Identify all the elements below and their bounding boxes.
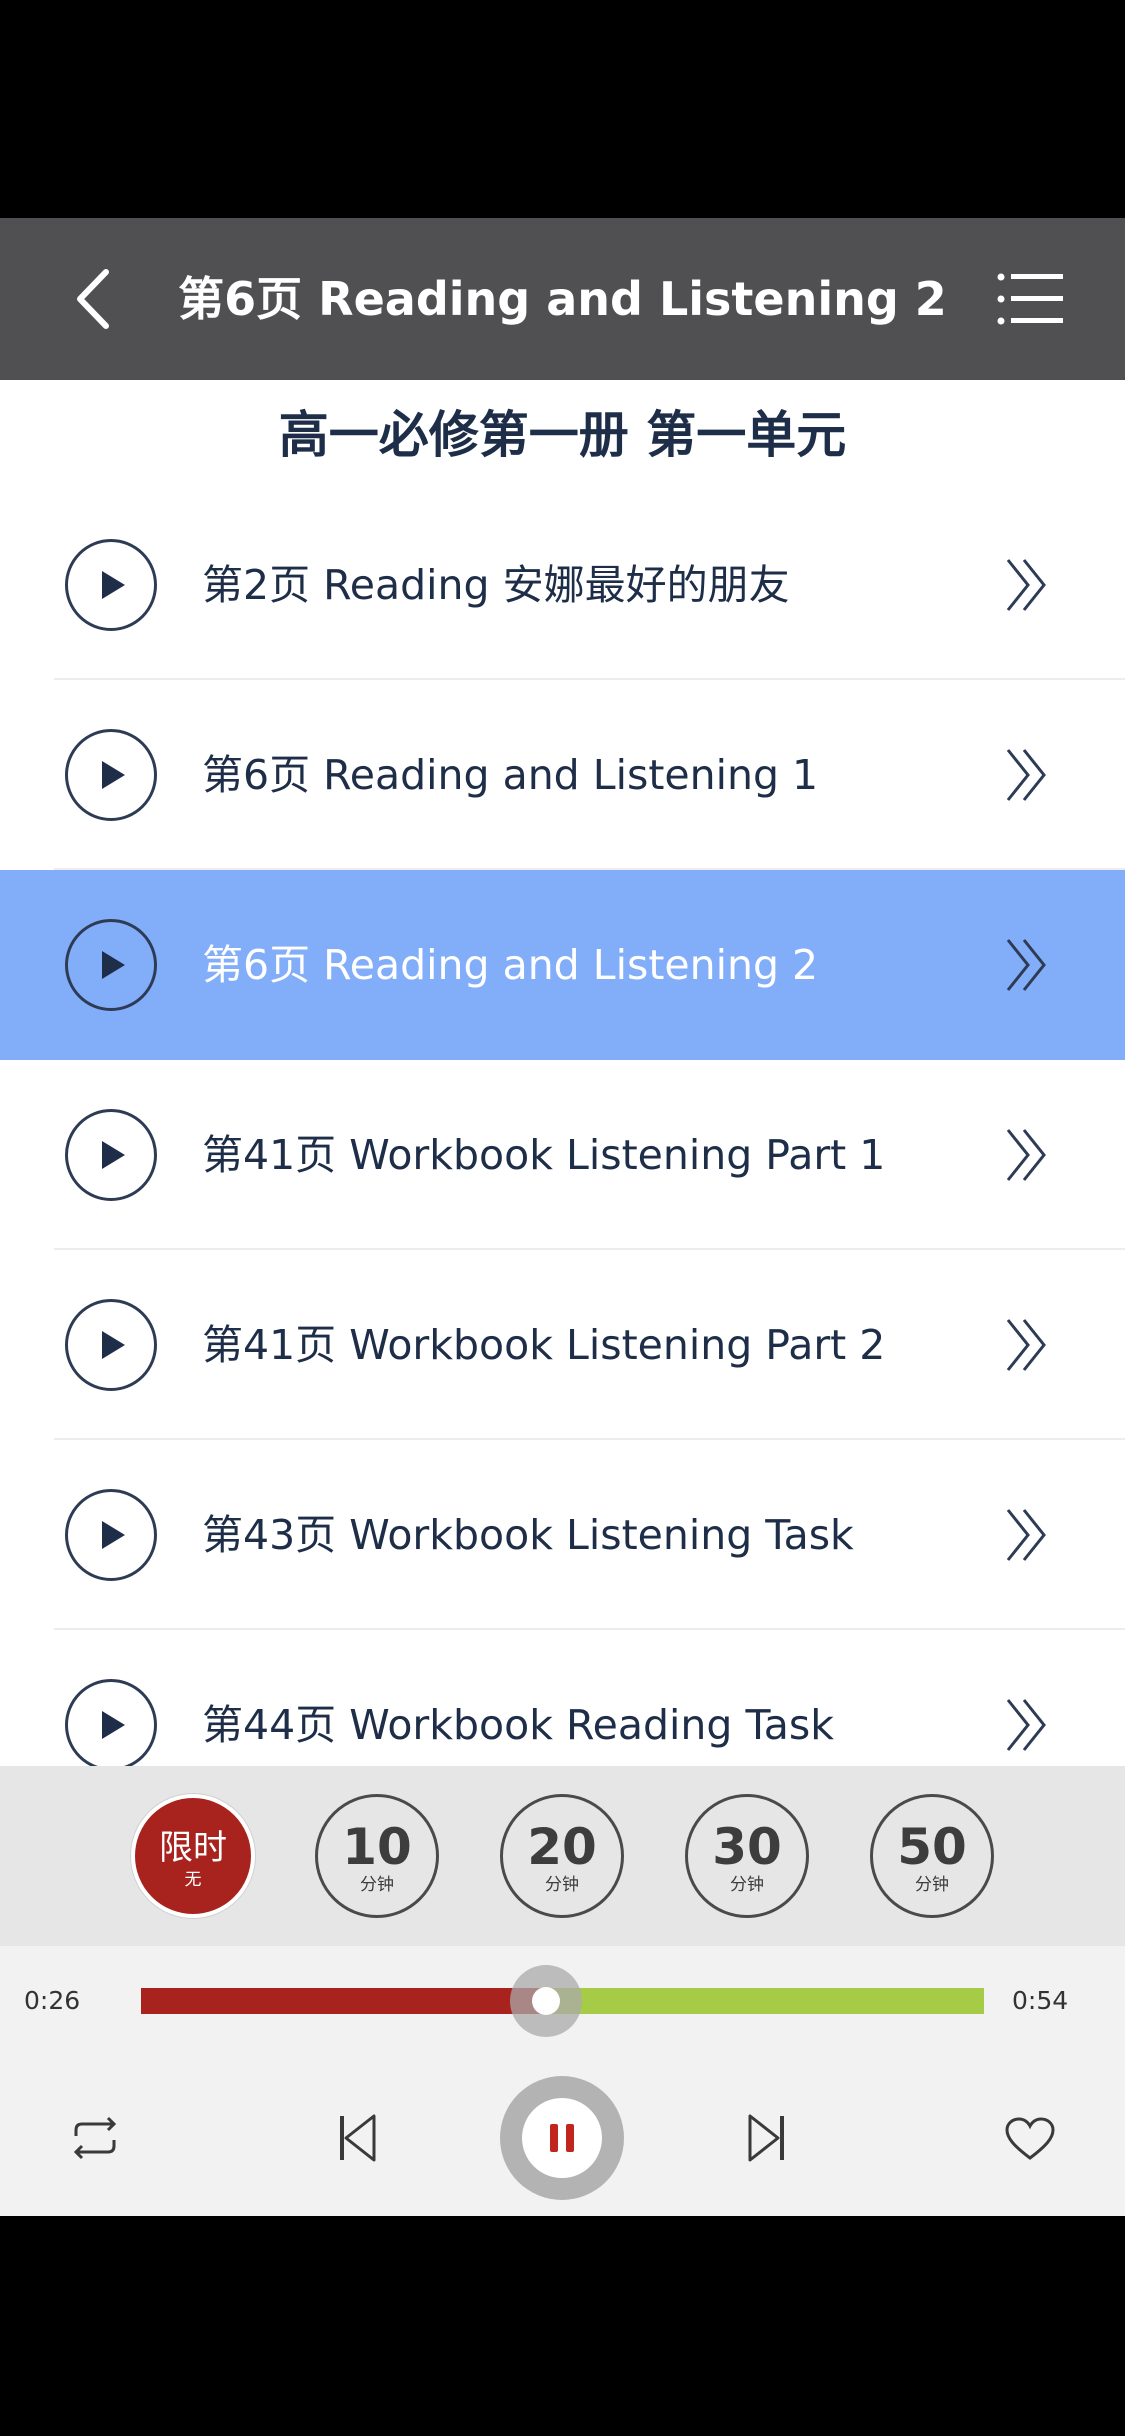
double-chevron-right-icon xyxy=(1006,1699,1046,1751)
progress-remaining[interactable] xyxy=(546,1988,984,2014)
track-label: 第43页 Workbook Listening Task xyxy=(202,1511,854,1559)
track-label: 第44页 Workbook Reading Task xyxy=(202,1701,834,1749)
double-chevron-right-icon xyxy=(1006,1509,1046,1561)
progress-thumb[interactable] xyxy=(510,1965,582,2037)
play-circle-icon[interactable] xyxy=(64,1488,158,1582)
timer-option-label: 10 xyxy=(342,1818,412,1876)
double-chevron-right-icon xyxy=(1006,1319,1046,1371)
heart-icon[interactable] xyxy=(1004,2116,1056,2162)
total-time: 0:54 xyxy=(1012,1986,1069,2015)
timer-option-sub: 无 xyxy=(184,1870,202,1890)
list-menu-icon xyxy=(997,273,1063,325)
nav-bar: 第6页 Reading and Listening 2 xyxy=(0,218,1125,380)
page-title: 第6页 Reading and Listening 2 xyxy=(178,272,947,326)
track-label: 第41页 Workbook Listening Part 2 xyxy=(202,1321,886,1369)
timer-option-sub: 分钟 xyxy=(730,1875,764,1895)
progress-played[interactable] xyxy=(141,1988,546,2014)
double-chevron-right-icon xyxy=(1006,1129,1046,1181)
pause-button[interactable] xyxy=(500,2076,624,2200)
timer-option-20[interactable]: 20 分钟 xyxy=(500,1794,624,1918)
play-circle-icon[interactable] xyxy=(64,728,158,822)
timer-option-50[interactable]: 50 分钟 xyxy=(870,1794,994,1918)
back-button[interactable] xyxy=(62,258,132,340)
chevron-left-icon xyxy=(77,269,109,329)
repeat-icon[interactable] xyxy=(68,2114,122,2162)
track-label: 第41页 Workbook Listening Part 1 xyxy=(202,1131,886,1179)
section-title: 高一必修第一册 第一单元 xyxy=(278,406,847,464)
track-row[interactable]: 第2页 Reading 安娜最好的朋友 xyxy=(0,490,1125,680)
play-circle-icon[interactable] xyxy=(64,538,158,632)
double-chevron-right-icon xyxy=(1006,749,1046,801)
track-row[interactable]: 第6页 Reading and Listening 1 xyxy=(0,680,1125,870)
timer-option-sub: 分钟 xyxy=(545,1875,579,1895)
content-area: 高一必修第一册 第一单元 第2页 Reading 安娜最好的朋友 第6页 Rea… xyxy=(0,380,1125,1766)
player-controls: 0:26 0:54 xyxy=(0,1946,1125,2216)
timer-option-sub: 分钟 xyxy=(915,1875,949,1895)
timer-option-label: 20 xyxy=(527,1818,597,1876)
timer-option-label: 限时 xyxy=(159,1828,227,1868)
timer-option-label: 30 xyxy=(712,1818,782,1876)
track-row[interactable]: 第41页 Workbook Listening Part 2 xyxy=(0,1250,1125,1440)
playlist-menu-button[interactable] xyxy=(995,268,1065,330)
timer-option-none[interactable]: 限时 无 xyxy=(131,1794,255,1918)
track-row[interactable]: 第41页 Workbook Listening Part 1 xyxy=(0,1060,1125,1250)
timer-option-label: 50 xyxy=(897,1818,967,1876)
elapsed-time: 0:26 xyxy=(24,1986,81,2015)
next-track-icon[interactable] xyxy=(744,2112,788,2164)
previous-track-icon[interactable] xyxy=(336,2112,380,2164)
timer-option-sub: 分钟 xyxy=(360,1875,394,1895)
double-chevron-right-icon xyxy=(1006,559,1046,611)
track-label: 第6页 Reading and Listening 1 xyxy=(202,751,819,799)
play-circle-icon[interactable] xyxy=(64,918,158,1012)
sleep-timer-bar: 限时 无 10 分钟 20 分钟 30 分钟 50 分钟 xyxy=(0,1766,1125,1946)
timer-option-30[interactable]: 30 分钟 xyxy=(685,1794,809,1918)
track-row[interactable]: 第44页 Workbook Reading Task xyxy=(0,1630,1125,1766)
timer-option-10[interactable]: 10 分钟 xyxy=(315,1794,439,1918)
play-circle-icon[interactable] xyxy=(64,1678,158,1766)
track-list: 第2页 Reading 安娜最好的朋友 第6页 Reading and List… xyxy=(0,490,1125,1766)
track-label: 第2页 Reading 安娜最好的朋友 xyxy=(202,561,790,609)
pause-icon xyxy=(550,2124,574,2152)
track-row-active[interactable]: 第6页 Reading and Listening 2 xyxy=(0,870,1125,1060)
double-chevron-right-icon xyxy=(1006,939,1046,991)
play-circle-icon[interactable] xyxy=(64,1298,158,1392)
track-row[interactable]: 第43页 Workbook Listening Task xyxy=(0,1440,1125,1630)
track-label: 第6页 Reading and Listening 2 xyxy=(202,941,819,989)
play-circle-icon[interactable] xyxy=(64,1108,158,1202)
